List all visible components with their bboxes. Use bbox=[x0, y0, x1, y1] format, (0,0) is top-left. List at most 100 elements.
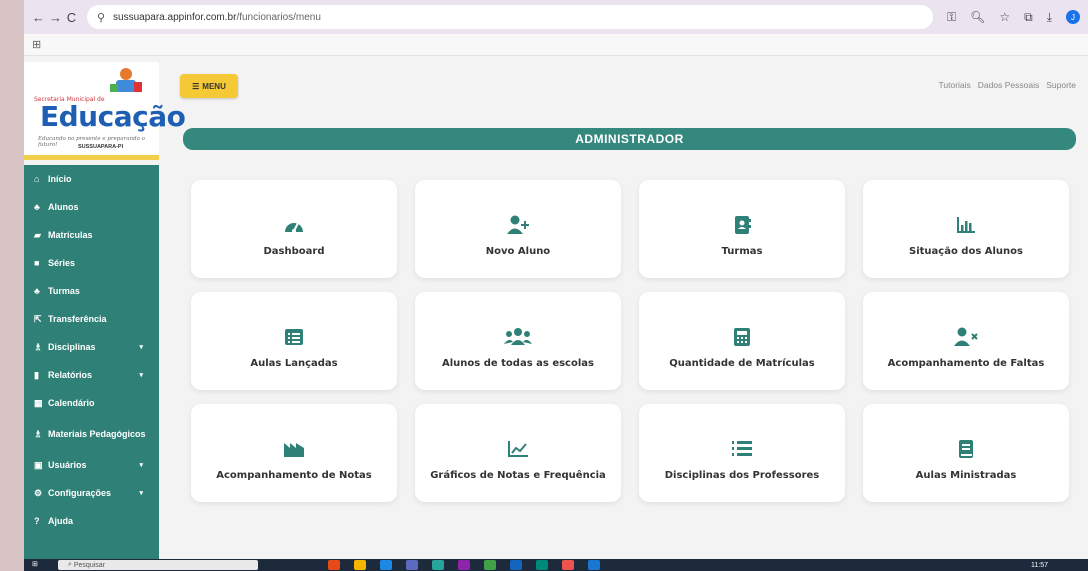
bar-chart-icon bbox=[956, 214, 976, 236]
back-button[interactable]: ← bbox=[32, 6, 45, 28]
taskbar-app2-icon[interactable] bbox=[458, 560, 470, 570]
menu-card[interactable]: Novo Aluno bbox=[415, 180, 621, 278]
link-tutoriais[interactable]: Tutoriais bbox=[939, 80, 971, 90]
chevron-down-icon: ▾ bbox=[139, 344, 143, 351]
menu-card[interactable]: Turmas bbox=[639, 180, 845, 278]
menu-card[interactable]: Dashboard bbox=[191, 180, 397, 278]
gauge-icon bbox=[283, 214, 305, 236]
menu-card[interactable]: Quantidade de Matrículas bbox=[639, 292, 845, 390]
industry-chart-icon bbox=[283, 438, 305, 460]
zoom-icon[interactable]: 🔍︎ bbox=[970, 10, 985, 24]
sidebar-item-label: Relatórios bbox=[48, 370, 93, 380]
menu-card[interactable]: Alunos de todas as escolas bbox=[415, 292, 621, 390]
taskbar-app4-icon[interactable] bbox=[510, 560, 522, 570]
taskbar-folder-icon[interactable] bbox=[354, 560, 366, 570]
taskbar-mail-icon[interactable] bbox=[432, 560, 444, 570]
top-links: Tutoriais Dados Pessoais Suporte bbox=[939, 80, 1076, 90]
sidebar-item[interactable]: ♣ Turmas bbox=[24, 277, 159, 305]
calculator-icon bbox=[733, 326, 751, 348]
menu-card-label: Situação dos Alunos bbox=[909, 246, 1023, 257]
extensions-icon[interactable]: ⧉ bbox=[1024, 10, 1033, 25]
menu-card-label: Gráficos de Notas e Frequência bbox=[430, 470, 606, 481]
taskbar-store-icon[interactable] bbox=[406, 560, 418, 570]
windows-start-icon[interactable]: ⊞ bbox=[32, 560, 46, 570]
profile-avatar[interactable]: J bbox=[1066, 10, 1080, 24]
sidebar-item[interactable]: ? Ajuda bbox=[24, 507, 159, 535]
gear-icon: ⚙ bbox=[34, 487, 43, 498]
sidebar-item[interactable]: ▣ Usuários ▾ bbox=[24, 451, 159, 479]
user-times-icon bbox=[953, 326, 979, 348]
menu-card-label: Aulas Lançadas bbox=[250, 358, 338, 369]
graduation-icon: ▰ bbox=[34, 229, 41, 240]
menu-card-label: Quantidade de Matrículas bbox=[669, 358, 815, 369]
site-info-icon[interactable]: ⚲ bbox=[97, 11, 105, 24]
sidebar-item[interactable]: ⇱ Transferência bbox=[24, 305, 159, 333]
sitemap-icon: ♗ bbox=[34, 341, 43, 352]
download-icon[interactable]: ⤓ bbox=[1047, 10, 1052, 25]
external-icon: ⇱ bbox=[34, 313, 42, 324]
menu-toggle-icon: ☰ bbox=[192, 81, 200, 91]
logo[interactable]: Secretaria Municipal de Educação Educand… bbox=[24, 62, 186, 160]
home-icon: ⌂ bbox=[34, 174, 40, 184]
sidebar-item[interactable]: ■ Séries bbox=[24, 249, 159, 277]
sidebar-item-label: Séries bbox=[48, 258, 76, 268]
menu-card[interactable]: Gráficos de Notas e Frequência bbox=[415, 404, 621, 502]
sidebar-item-label: Usuários bbox=[48, 460, 87, 470]
ordered-list-icon bbox=[731, 438, 753, 460]
book-icon: ▮ bbox=[34, 369, 39, 380]
line-chart-icon bbox=[507, 438, 529, 460]
address-bar[interactable]: ⚲ sussuapara.appinfor.com.br/funcionario… bbox=[86, 5, 933, 29]
password-key-icon[interactable]: ⚿ bbox=[947, 10, 956, 25]
main-content: ☰ MENU Tutoriais Dados Pessoais Suporte … bbox=[159, 56, 1088, 559]
menu-button[interactable]: ☰ MENU bbox=[180, 74, 238, 98]
sidebar-item-label: Disciplinas bbox=[48, 342, 96, 352]
menu-card[interactable]: Acompanhamento de Faltas bbox=[863, 292, 1069, 390]
browser-toolbar: ← → C ⚲ sussuapara.appinfor.com.br/funci… bbox=[24, 0, 1088, 34]
menu-card[interactable]: Situação dos Alunos bbox=[863, 180, 1069, 278]
link-suporte[interactable]: Suporte bbox=[1046, 80, 1076, 90]
menu-card-label: Alunos de todas as escolas bbox=[442, 358, 594, 369]
user-plus-icon bbox=[506, 214, 530, 236]
menu-card-label: Disciplinas dos Professores bbox=[664, 470, 820, 481]
sidebar-item[interactable]: ♣ Alunos bbox=[24, 193, 159, 221]
sidebar-item-label: Turmas bbox=[48, 286, 80, 296]
menu-card[interactable]: Acompanhamento de Notas bbox=[191, 404, 397, 502]
menu-card[interactable]: Disciplinas dos Professores bbox=[639, 404, 845, 502]
url-text: sussuapara.appinfor.com.br/funcionarios/… bbox=[113, 12, 321, 23]
menu-card-label: Aulas Ministradas bbox=[915, 470, 1017, 481]
reload-button[interactable]: C bbox=[66, 6, 77, 28]
sidebar-item[interactable]: ▰ Matrículas bbox=[24, 221, 159, 249]
sidebar-item[interactable]: ▮ Relatórios ▾ bbox=[24, 361, 159, 389]
taskbar-chrome-icon[interactable] bbox=[562, 560, 574, 570]
taskbar-search[interactable]: ⌕ Pesquisar bbox=[58, 560, 258, 570]
taskbar-app6-icon[interactable] bbox=[588, 560, 600, 570]
link-dados-pessoais[interactable]: Dados Pessoais bbox=[978, 80, 1039, 90]
sidebar-item[interactable]: ♗ Disciplinas ▾ bbox=[24, 333, 159, 361]
help-icon: ? bbox=[34, 516, 40, 526]
sitemap-icon: ♗ bbox=[34, 428, 43, 439]
taskbar-edge-icon[interactable] bbox=[380, 560, 392, 570]
menu-card-label: Novo Aluno bbox=[485, 246, 551, 257]
taskbar-app-icon[interactable] bbox=[328, 560, 340, 570]
users-icon: ♣ bbox=[34, 202, 40, 212]
address-book-icon bbox=[733, 214, 751, 236]
user-icon: ▣ bbox=[34, 459, 43, 470]
menu-card[interactable]: Aulas Ministradas bbox=[863, 404, 1069, 502]
sidebar-item[interactable]: ♗ Materiais Pedagógicos bbox=[24, 417, 159, 451]
app-root: Secretaria Municipal de Educação Educand… bbox=[24, 56, 1088, 559]
menu-card-label: Dashboard bbox=[263, 246, 325, 257]
sidebar-item[interactable]: ⚙ Configurações ▾ bbox=[24, 479, 159, 507]
list-icon: ■ bbox=[34, 258, 40, 268]
taskbar-app5-icon[interactable] bbox=[536, 560, 548, 570]
menu-card[interactable]: Aulas Lançadas bbox=[191, 292, 397, 390]
taskbar-app3-icon[interactable] bbox=[484, 560, 496, 570]
book-icon bbox=[957, 438, 975, 460]
apps-grid-icon[interactable]: ⊞ bbox=[32, 38, 41, 51]
chevron-down-icon: ▾ bbox=[139, 372, 143, 379]
sidebar-item-label: Calendário bbox=[48, 398, 95, 408]
bookmark-star-icon[interactable]: ☆ bbox=[999, 10, 1010, 24]
forward-button[interactable]: → bbox=[49, 6, 62, 28]
sidebar-item[interactable]: ▦ Calendário bbox=[24, 389, 159, 417]
sidebar-item[interactable]: ⌂ Início bbox=[24, 165, 159, 193]
taskbar-clock: 11:57 bbox=[1031, 561, 1048, 569]
